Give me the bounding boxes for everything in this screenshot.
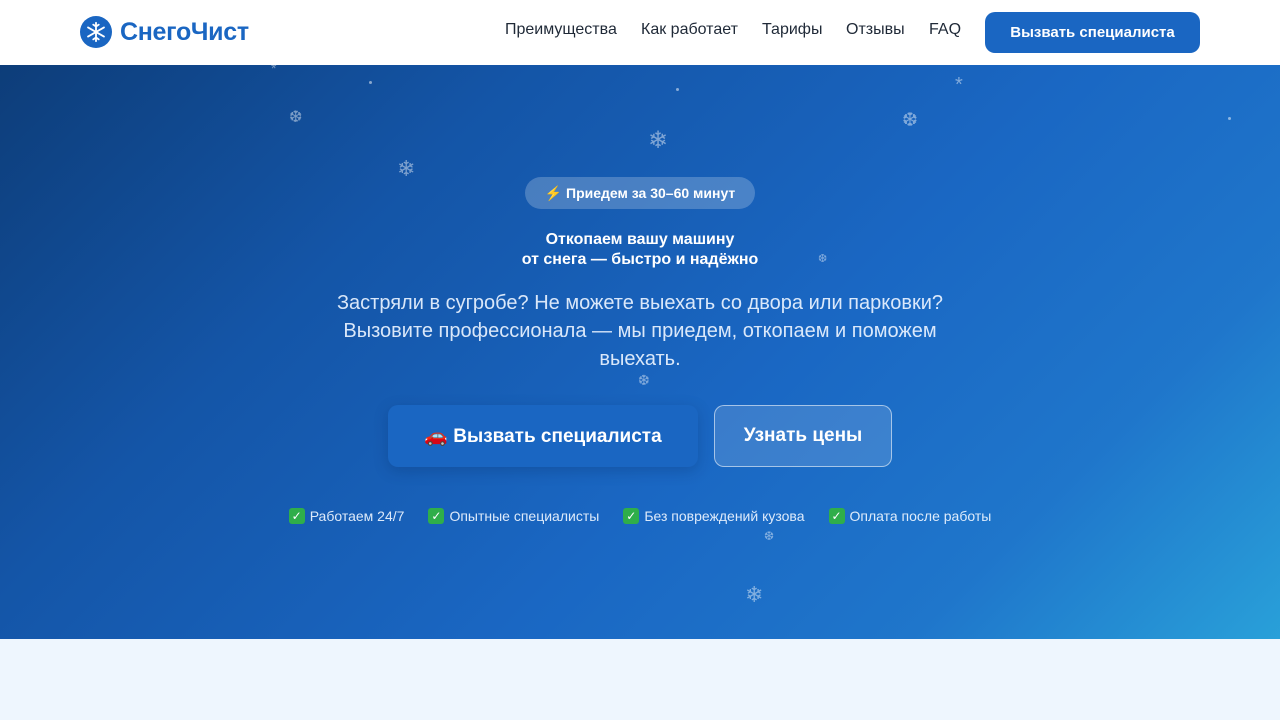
hero-title-line-1: Откопаем вашу машину [545, 231, 735, 248]
header-call-specialist-button[interactable]: Вызвать специалиста [985, 12, 1200, 53]
brand-logo[interactable]: СнегоЧист [80, 15, 249, 49]
feature-item: ✓ Работаем 24/7 [288, 508, 405, 524]
hero-title-line-2: от снега — быстро и надёжно [521, 251, 759, 268]
feature-label: Без повреждений кузова [644, 508, 805, 524]
feature-item: ✓ Оплата после работы [828, 508, 992, 524]
check-icon: ✓ [428, 508, 445, 524]
snowflake-decor-icon: ❆ [902, 110, 918, 131]
nav-link-reviews[interactable]: Отзывы [846, 21, 905, 43]
arrival-time-badge: ⚡ Приедем за 30–60 минут [525, 177, 755, 209]
feature-label: Работаем 24/7 [309, 508, 405, 524]
snowflake-decor-icon: * [271, 65, 277, 76]
feature-label: Оплата после работы [849, 508, 992, 524]
snowflake-decor-icon: ❆ [764, 529, 775, 543]
site-header: СнегоЧист Преимущества Как работает Тари… [0, 0, 1280, 65]
snow-dot [1228, 117, 1231, 120]
feature-item: ✓ Без повреждений кузова [623, 508, 805, 524]
nav-link-advantages[interactable]: Преимущества [505, 21, 617, 43]
feature-item: ✓ Опытные специалисты [428, 508, 599, 524]
hero-see-prices-button[interactable]: Узнать цены [714, 405, 892, 467]
hero-section: * * ❆ ❄ ❆ ❄ ❆ ❆ ❄ ❆ ❄ ⚡ Приедем за 30–60… [0, 65, 1280, 639]
hero-call-specialist-button[interactable]: 🚗 Вызвать специалиста [388, 405, 698, 467]
snowflake-decor-icon: ❄ [648, 127, 669, 154]
snow-dot [369, 81, 372, 84]
snowflake-icon [80, 16, 112, 48]
nav-link-how-it-works[interactable]: Как работает [641, 21, 738, 43]
next-section-background [0, 639, 1280, 720]
nav-link-faq[interactable]: FAQ [929, 21, 961, 43]
brand-name: СнегоЧист [120, 17, 249, 46]
hero-title: Откопаем вашу машину от снега — быстро и… [340, 230, 940, 270]
snow-dot [676, 88, 679, 91]
hero-subtitle: Застряли в сугробе? Не можете выехать со… [336, 292, 944, 370]
features-list: ✓ Работаем 24/7 ✓ Опытные специалисты ✓ … [0, 508, 1280, 524]
snowflake-decor-icon: * [955, 74, 963, 96]
nav-link-pricing[interactable]: Тарифы [762, 21, 822, 43]
feature-label: Опытные специалисты [449, 508, 600, 524]
check-icon: ✓ [288, 508, 305, 524]
snowflake-decor-icon: ❄ [745, 582, 764, 607]
snowflake-decor-icon: ❆ [289, 109, 303, 126]
snowflake-decor-icon: ❆ [638, 372, 650, 388]
check-icon: ✓ [623, 508, 640, 524]
snowflake-decor-icon: ❄ [397, 156, 416, 181]
check-icon: ✓ [828, 508, 845, 524]
